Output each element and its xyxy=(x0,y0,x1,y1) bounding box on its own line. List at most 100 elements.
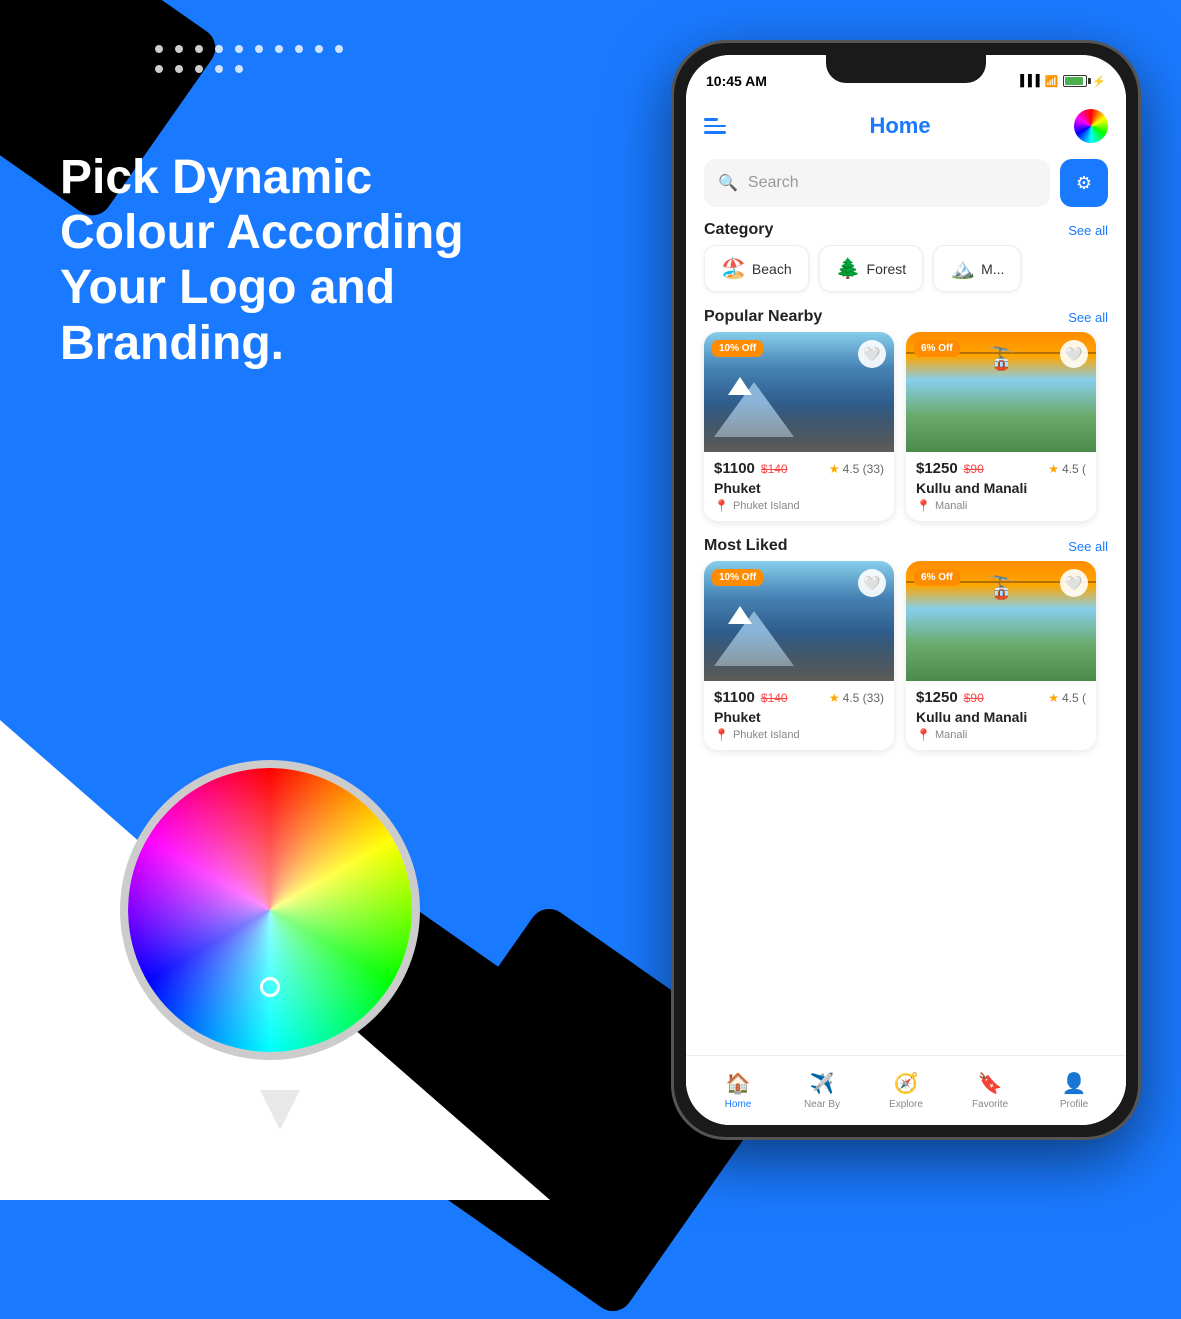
location-pin-icon-4: 📍 xyxy=(916,728,931,742)
color-wheel[interactable] xyxy=(120,760,420,1060)
scroll-spacer xyxy=(686,758,1126,768)
cable-car: 🚡 xyxy=(987,346,1014,372)
search-icon: 🔍 xyxy=(718,173,738,193)
kullu-location-text-2: Manali xyxy=(935,729,967,741)
nav-nearby[interactable]: ✈️ Near By xyxy=(780,1071,864,1110)
phuket-price-old-2: $140 xyxy=(761,691,788,705)
nav-profile-label: Profile xyxy=(1060,1099,1088,1110)
beach-label: Beach xyxy=(752,261,792,277)
category-mountain[interactable]: 🏔️ M... xyxy=(933,245,1021,292)
search-placeholder: Search xyxy=(748,174,799,192)
kullu-favorite-2[interactable]: 🤍 xyxy=(1060,569,1088,597)
charging-icon: ⚡ xyxy=(1092,75,1106,88)
phuket-location-2: 📍 Phuket Island xyxy=(714,728,884,742)
phuket-rating: ★ 4.5 (33) xyxy=(829,462,884,476)
mountain-label: M... xyxy=(981,261,1004,277)
app-header: Home xyxy=(686,99,1126,153)
search-container: 🔍 Search ⚙ xyxy=(686,153,1126,213)
phuket-favorite-2[interactable]: 🤍 xyxy=(858,569,886,597)
popular-nearby-header: Popular Nearby See all xyxy=(686,300,1126,332)
dots-pattern xyxy=(155,45,355,73)
phuket-price-old: $140 xyxy=(761,462,788,476)
kullu-body: $1250 $90 ★ 4.5 ( Kullu and Manali � xyxy=(906,452,1096,521)
nav-profile[interactable]: 👤 Profile xyxy=(1032,1071,1116,1110)
bottom-nav: 🏠 Home ✈️ Near By 🧭 Explore 🔖 Favorite xyxy=(686,1055,1126,1125)
card-kullu[interactable]: 🚡 6% Off 🤍 $1250 $90 ★ xyxy=(906,332,1096,521)
kullu-price-main-2: $1250 xyxy=(916,689,958,706)
phuket-mountains xyxy=(704,377,894,437)
nav-explore-label: Explore xyxy=(889,1099,923,1110)
page-title: Home xyxy=(869,113,930,139)
phuket-rating-val: 4.5 (33) xyxy=(843,462,884,476)
color-wheel-cursor[interactable] xyxy=(260,977,280,997)
card-phuket-2[interactable]: 10% Off 🤍 $1100 $140 ★ 4.5 (33) xyxy=(704,561,894,750)
menu-line-1 xyxy=(704,118,718,121)
forest-emoji: 🌲 xyxy=(836,256,861,281)
star-icon-3: ★ xyxy=(829,691,840,705)
nav-home-label: Home xyxy=(725,1099,752,1110)
location-pin-icon-3: 📍 xyxy=(714,728,729,742)
card-kullu-image: 🚡 6% Off 🤍 xyxy=(906,332,1096,452)
profile-icon: 👤 xyxy=(1062,1071,1087,1096)
phuket-price-main-2: $1100 xyxy=(714,689,755,706)
phuket-body: $1100 $140 ★ 4.5 (33) Phuket 📍 xyxy=(704,452,894,521)
kullu-favorite[interactable]: 🤍 xyxy=(1060,340,1088,368)
category-header: Category See all xyxy=(686,213,1126,245)
menu-button[interactable] xyxy=(704,118,726,134)
phuket-price-2: $1100 $140 ★ 4.5 (33) xyxy=(714,689,884,706)
scrollable-content: Category See all 🏖️ Beach 🌲 Forest xyxy=(686,213,1126,1055)
kullu-rating-val-2: 4.5 ( xyxy=(1062,691,1086,705)
kullu-name: Kullu and Manali xyxy=(916,480,1086,496)
card-phuket-image-2: 10% Off 🤍 xyxy=(704,561,894,681)
headline: Pick Dynamic Colour According Your Logo … xyxy=(60,150,540,371)
mountain-emoji: 🏔️ xyxy=(950,256,975,281)
kullu-location-text: Manali xyxy=(935,500,967,512)
phuket-location-text-2: Phuket Island xyxy=(733,729,800,741)
category-see-all[interactable]: See all xyxy=(1068,223,1108,238)
location-pin-icon: 📍 xyxy=(714,499,729,513)
star-icon-4: ★ xyxy=(1048,691,1059,705)
battery-icon xyxy=(1063,75,1087,87)
kullu-badge: 6% Off xyxy=(914,340,960,357)
color-theme-icon[interactable] xyxy=(1074,109,1108,143)
cable-car-2: 🚡 xyxy=(987,575,1014,601)
popular-nearby-cards: 10% Off 🤍 $1100 $140 ★ 4.5 (33) xyxy=(686,332,1126,529)
popular-nearby-see-all[interactable]: See all xyxy=(1068,310,1108,325)
status-icons: ▐▐▐ 📶 ⚡ xyxy=(1016,75,1106,88)
phuket-body-2: $1100 $140 ★ 4.5 (33) Phuket 📍 xyxy=(704,681,894,750)
nav-favorite[interactable]: 🔖 Favorite xyxy=(948,1071,1032,1110)
nav-explore[interactable]: 🧭 Explore xyxy=(864,1071,948,1110)
star-icon: ★ xyxy=(829,462,840,476)
menu-line-2 xyxy=(704,125,726,128)
nav-home[interactable]: 🏠 Home xyxy=(696,1071,780,1110)
phone-container: 10:45 AM ▐▐▐ 📶 ⚡ xyxy=(671,40,1141,1140)
category-forest[interactable]: 🌲 Forest xyxy=(819,245,924,292)
nav-favorite-label: Favorite xyxy=(972,1099,1008,1110)
category-beach[interactable]: 🏖️ Beach xyxy=(704,245,809,292)
kullu-price-old: $90 xyxy=(964,462,984,476)
nav-nearby-label: Near By xyxy=(804,1099,840,1110)
kullu-rating-2: ★ 4.5 ( xyxy=(1048,691,1086,705)
kullu-price-2: $1250 $90 ★ 4.5 ( xyxy=(916,689,1086,706)
card-phuket[interactable]: 10% Off 🤍 $1100 $140 ★ 4.5 (33) xyxy=(704,332,894,521)
card-kullu-image-2: 🚡 6% Off 🤍 xyxy=(906,561,1096,681)
card-kullu-2[interactable]: 🚡 6% Off 🤍 $1250 $90 ★ xyxy=(906,561,1096,750)
categories-row: 🏖️ Beach 🌲 Forest 🏔️ M... xyxy=(686,245,1126,300)
app-content: Home 🔍 Search ⚙ C xyxy=(686,99,1126,1125)
filter-button[interactable]: ⚙ xyxy=(1060,159,1108,207)
color-wheel-center xyxy=(128,768,412,1052)
most-liked-see-all[interactable]: See all xyxy=(1068,539,1108,554)
phuket-rating-val-2: 4.5 (33) xyxy=(843,691,884,705)
kullu-price: $1250 $90 ★ 4.5 ( xyxy=(916,460,1086,477)
nearby-icon: ✈️ xyxy=(810,1071,835,1096)
phone-notch xyxy=(826,55,986,83)
phuket-badge-2: 10% Off xyxy=(712,569,763,586)
phuket-favorite[interactable]: 🤍 xyxy=(858,340,886,368)
kullu-name-2: Kullu and Manali xyxy=(916,709,1086,725)
most-liked-cards: 10% Off 🤍 $1100 $140 ★ 4.5 (33) xyxy=(686,561,1126,758)
search-bar[interactable]: 🔍 Search xyxy=(704,159,1050,207)
kullu-location: 📍 Manali xyxy=(916,499,1086,513)
color-wheel-container xyxy=(120,760,440,1100)
menu-line-3 xyxy=(704,131,726,134)
most-liked-title: Most Liked xyxy=(704,537,788,555)
